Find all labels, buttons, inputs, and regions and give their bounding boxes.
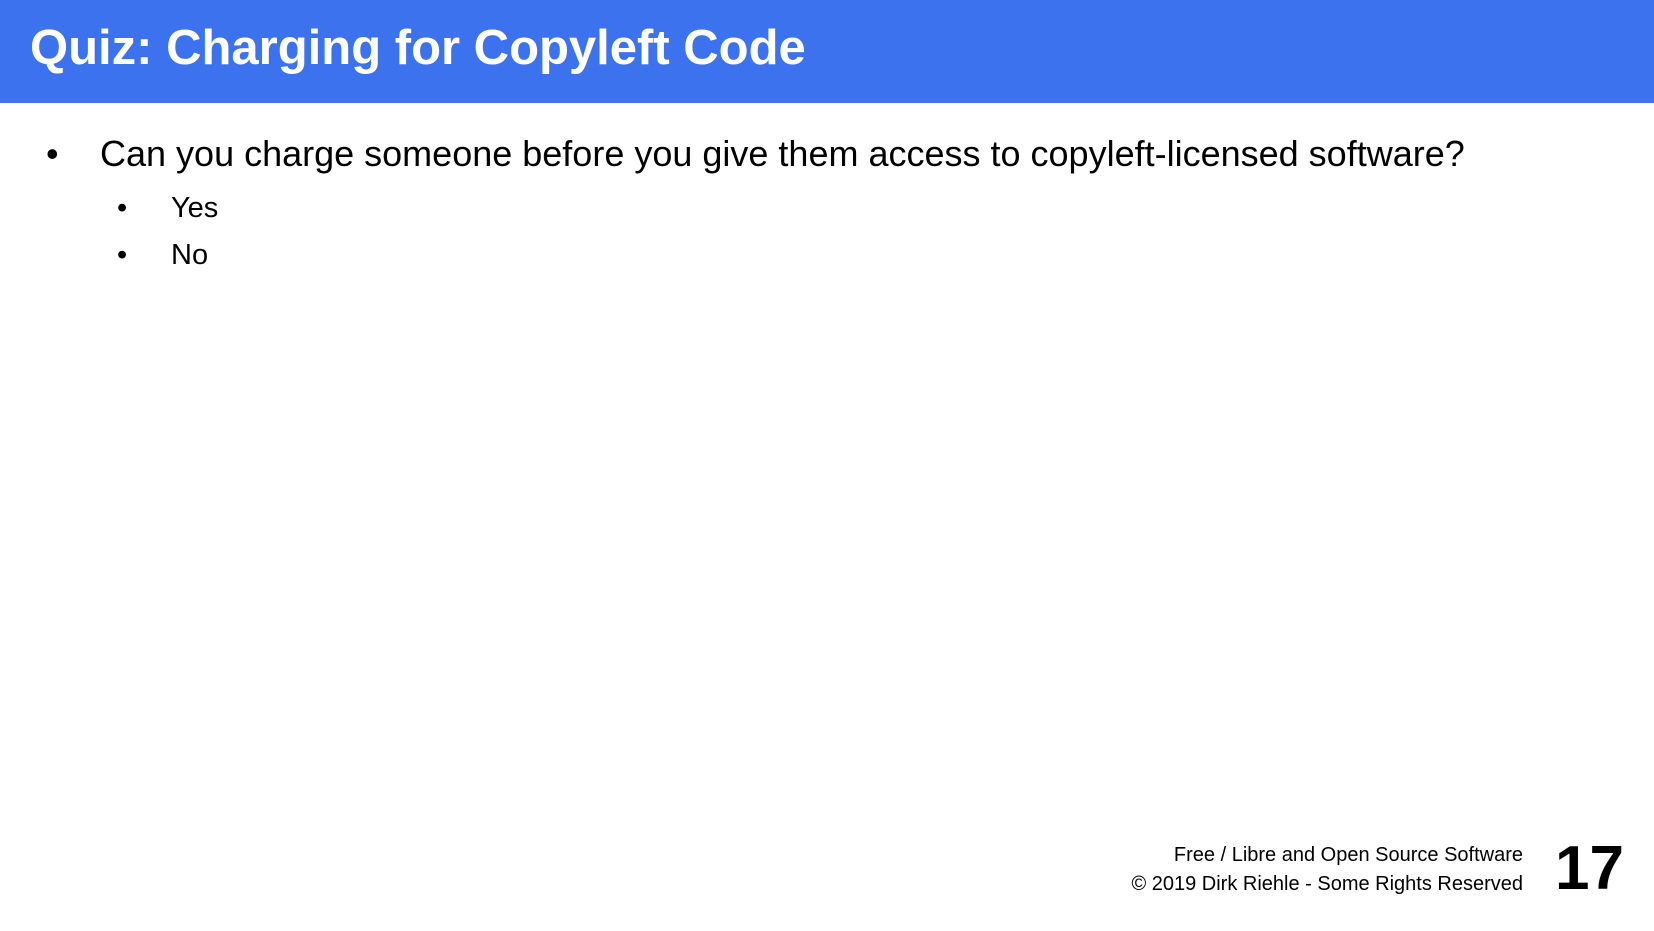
bullet-dot-icon: • <box>117 192 128 224</box>
answer-option-no: No <box>171 239 209 271</box>
slide-title-bar: Quiz: Charging for Copyleft Code <box>0 0 1654 103</box>
bullet-dot-icon: • <box>117 239 128 271</box>
footer-copyright: © 2019 Dirk Riehle - Some Rights Reserve… <box>1131 873 1523 895</box>
slide-title: Quiz: Charging for Copyleft Code <box>30 21 806 75</box>
bullet-dot-icon: • <box>46 133 59 174</box>
answer-option-yes: Yes <box>171 192 219 224</box>
bullet-question-text: Can you charge someone before you give t… <box>100 133 1465 174</box>
page-number: 17 <box>1555 834 1624 903</box>
footer-course-title: Free / Libre and Open Source Software <box>1173 844 1523 866</box>
